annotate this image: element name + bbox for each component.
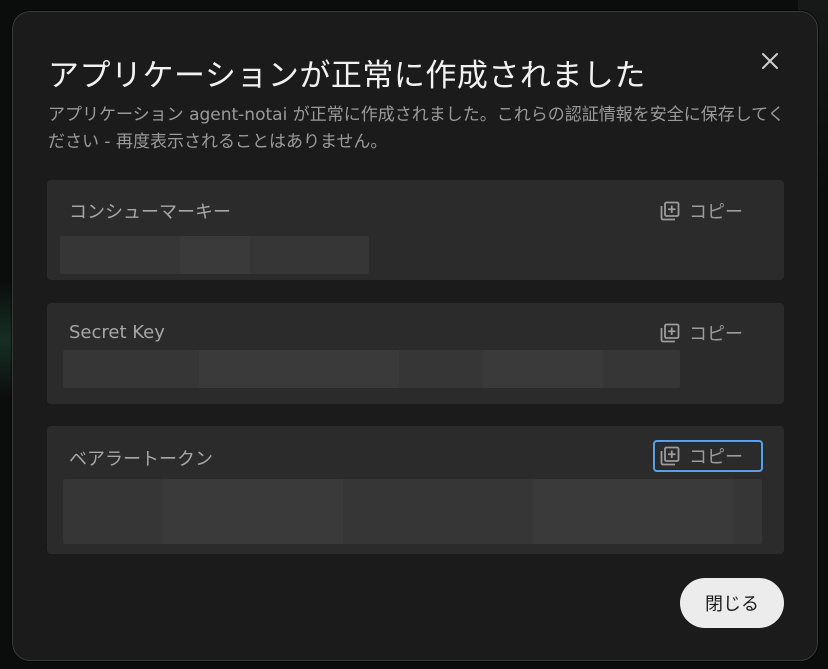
dialog-title: アプリケーションが正常に作成されました (48, 58, 646, 94)
copy-secret-key-button[interactable]: コピー (653, 317, 763, 349)
copy-icon (660, 446, 680, 466)
copy-label: コピー (689, 447, 743, 468)
masked-segment (483, 350, 603, 388)
secret-key-value[interactable] (63, 350, 680, 388)
masked-segment (180, 236, 250, 274)
consumer-key-field: コンシューマーキー コピー (47, 180, 784, 280)
credentials-dialog: アプリケーションが正常に作成されました アプリケーション agent-notai… (12, 11, 818, 661)
masked-segment (163, 479, 343, 544)
bearer-token-value[interactable] (63, 479, 762, 544)
masked-segment (533, 479, 733, 544)
secret-key-label: Secret Key (69, 322, 165, 343)
copy-bearer-token-button[interactable]: コピー (653, 440, 763, 472)
consumer-key-label: コンシューマーキー (69, 202, 231, 223)
close-button[interactable]: 閉じる (680, 578, 784, 628)
close-icon (762, 53, 778, 69)
close-dialog-x-button[interactable] (757, 48, 783, 74)
dialog-description: アプリケーション agent-notai が正常に作成されました。これらの認証情… (48, 105, 785, 152)
bearer-token-label: ベアラートークン (69, 449, 213, 470)
copy-label: コピー (689, 324, 743, 345)
copy-consumer-key-button[interactable]: コピー (653, 195, 763, 227)
copy-label: コピー (689, 202, 743, 223)
consumer-key-value[interactable] (60, 236, 369, 274)
bearer-token-field: ベアラートークン コピー (47, 426, 784, 554)
secret-key-field: Secret Key コピー (47, 303, 784, 404)
copy-icon (660, 323, 680, 343)
masked-segment (199, 350, 399, 388)
copy-icon (660, 201, 680, 221)
